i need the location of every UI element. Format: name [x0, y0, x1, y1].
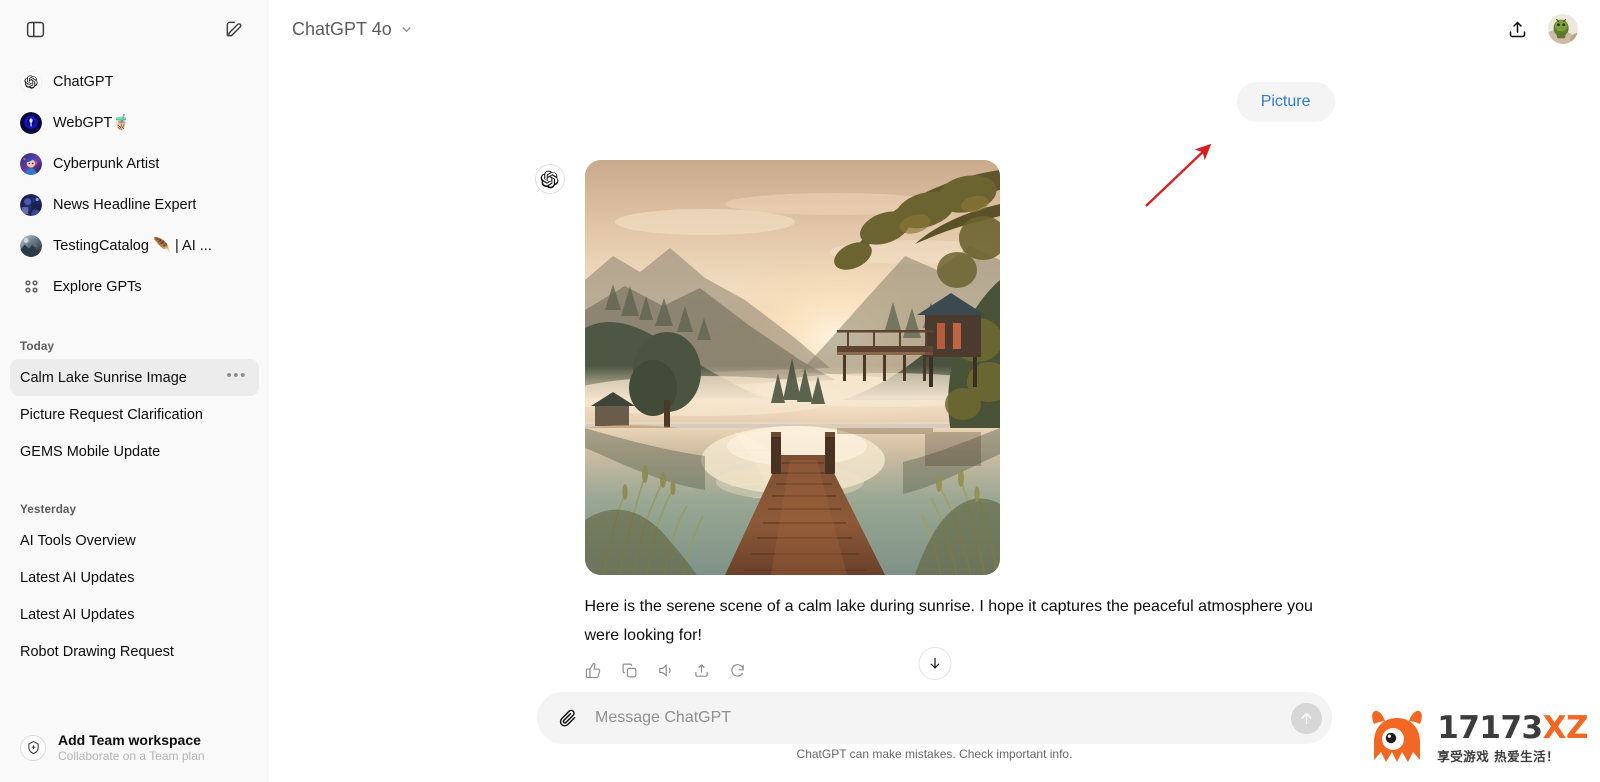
- sidebar-item-testingcatalog[interactable]: TestingCatalog 🪶 | AI ...: [10, 225, 259, 266]
- user-message-row: Picture: [535, 82, 1335, 122]
- sidebar-item-label: Explore GPTs: [53, 278, 142, 295]
- sidebar-scroll-region[interactable]: ChatGPT WebGPT🧋 Cyberpunk Artist News He…: [0, 58, 269, 719]
- team-text-group: Add Team workspace Collaborate on a Team…: [58, 732, 205, 763]
- conversation-item-ai-tools-overview[interactable]: AI Tools Overview: [10, 522, 259, 559]
- sidebar-topbar: [0, 0, 269, 58]
- speaker-icon[interactable]: [657, 662, 674, 679]
- chatgpt-window: ChatGPT WebGPT🧋 Cyberpunk Artist News He…: [0, 0, 1600, 782]
- sidebar-item-label: TestingCatalog 🪶 | AI ...: [53, 238, 212, 254]
- conversation-title: Latest AI Updates: [20, 606, 135, 623]
- copy-icon[interactable]: [621, 662, 638, 679]
- send-button[interactable]: [1291, 702, 1322, 734]
- regenerate-icon[interactable]: [729, 662, 746, 679]
- chevron-down-icon: [399, 22, 414, 37]
- assistant-message-body: Here is the serene scene of a calm lake …: [584, 160, 1335, 679]
- sidebar-item-chatgpt[interactable]: ChatGPT: [10, 61, 259, 102]
- conversation-title: AI Tools Overview: [20, 532, 136, 549]
- disclaimer-text: ChatGPT can make mistakes. Check importa…: [796, 747, 1073, 761]
- news-headline-expert-avatar: [20, 193, 42, 216]
- openai-logo-icon: [534, 164, 565, 194]
- sidebar-item-label: WebGPT🧋: [53, 115, 131, 131]
- message-input[interactable]: [583, 709, 1291, 727]
- sidebar: ChatGPT WebGPT🧋 Cyberpunk Artist News He…: [0, 0, 269, 782]
- user-message-bubble[interactable]: Picture: [1236, 82, 1335, 122]
- sidebar-item-cyberpunk-artist[interactable]: Cyberpunk Artist: [10, 143, 259, 184]
- group-title: Today: [20, 340, 55, 353]
- arrow-up-send-icon: [1298, 710, 1315, 727]
- conversation-thread: Picture Here is the serene scene of a ca…: [534, 58, 1335, 679]
- team-title: Add Team workspace: [58, 732, 201, 748]
- generated-image[interactable]: [584, 160, 1000, 575]
- conversation-title: Calm Lake Sunrise Image: [20, 369, 187, 386]
- sidebar-item-label: ChatGPT: [53, 73, 114, 90]
- conversation-item-picture-request-clarification[interactable]: Picture Request Clarification: [10, 396, 259, 433]
- conversation-group-today: Today Calm Lake Sunrise Image ••• Pictur…: [10, 329, 259, 470]
- conversation-item-latest-ai-updates-1[interactable]: Latest AI Updates: [10, 559, 259, 596]
- conversation-title: Latest AI Updates: [20, 569, 135, 586]
- cyberpunk-artist-avatar: [20, 152, 42, 175]
- openai-logo-icon: [20, 70, 42, 93]
- webgpt-avatar: [20, 111, 42, 134]
- header-actions: [1500, 12, 1578, 46]
- group-title: Yesterday: [20, 503, 77, 516]
- user-avatar[interactable]: [1548, 14, 1578, 44]
- sidebar-item-label: News Headline Expert: [53, 196, 197, 213]
- composer-zone: ChatGPT can make mistakes. Check importa…: [269, 692, 1600, 782]
- assistant-message-row: Here is the serene scene of a calm lake …: [534, 160, 1335, 679]
- model-selector[interactable]: ChatGPT 4o: [281, 13, 425, 46]
- share-upload-icon[interactable]: [1500, 12, 1534, 46]
- main-header: ChatGPT 4o: [269, 0, 1600, 58]
- testingcatalog-avatar: [20, 234, 42, 257]
- scroll-to-bottom-button[interactable]: [918, 647, 951, 680]
- conversation-item-calm-lake-sunrise-image[interactable]: Calm Lake Sunrise Image •••: [10, 359, 259, 396]
- sidebar-item-label: Cyberpunk Artist: [53, 155, 160, 172]
- conversation-item-latest-ai-updates-2[interactable]: Latest AI Updates: [10, 596, 259, 633]
- conversation-title: GEMS Mobile Update: [20, 443, 161, 460]
- sidebar-toggle-icon[interactable]: [18, 12, 52, 46]
- conversation-title: Picture Request Clarification: [20, 406, 203, 423]
- message-action-bar: [585, 662, 1335, 679]
- conversation-title: Robot Drawing Request: [20, 643, 174, 660]
- paperclip-icon[interactable]: [553, 703, 583, 733]
- gpt-list: ChatGPT WebGPT🧋 Cyberpunk Artist News He…: [10, 58, 259, 307]
- add-team-workspace-button[interactable]: Add Team workspace Collaborate on a Team…: [10, 725, 259, 770]
- new-chat-icon[interactable]: [217, 12, 251, 46]
- conversation-group-yesterday: Yesterday AI Tools Overview Latest AI Up…: [10, 492, 259, 670]
- team-badge-icon: [20, 734, 46, 761]
- main-panel: ChatGPT 4o Picture Here is the serene sc…: [269, 0, 1600, 782]
- conversation-area[interactable]: Picture Here is the serene scene of a ca…: [269, 58, 1600, 692]
- message-composer[interactable]: [537, 692, 1332, 744]
- sidebar-footer: Add Team workspace Collaborate on a Team…: [0, 719, 269, 782]
- arrow-down-icon: [927, 656, 942, 671]
- grid-squares-icon: [20, 276, 42, 298]
- conversation-item-gems-mobile-update[interactable]: GEMS Mobile Update: [10, 433, 259, 470]
- conversation-options-icon[interactable]: •••: [226, 368, 249, 383]
- thumbs-up-icon[interactable]: [585, 662, 602, 679]
- model-name: ChatGPT 4o: [292, 18, 392, 39]
- sidebar-item-webgpt[interactable]: WebGPT🧋: [10, 102, 259, 143]
- sidebar-item-news-headline-expert[interactable]: News Headline Expert: [10, 184, 259, 225]
- assistant-message-text: Here is the serene scene of a calm lake …: [584, 598, 1313, 644]
- conversation-item-robot-drawing-request[interactable]: Robot Drawing Request: [10, 633, 259, 670]
- share-icon[interactable]: [693, 662, 710, 679]
- team-subtitle: Collaborate on a Team plan: [58, 749, 205, 763]
- sidebar-item-explore-gpts[interactable]: Explore GPTs: [10, 266, 259, 307]
